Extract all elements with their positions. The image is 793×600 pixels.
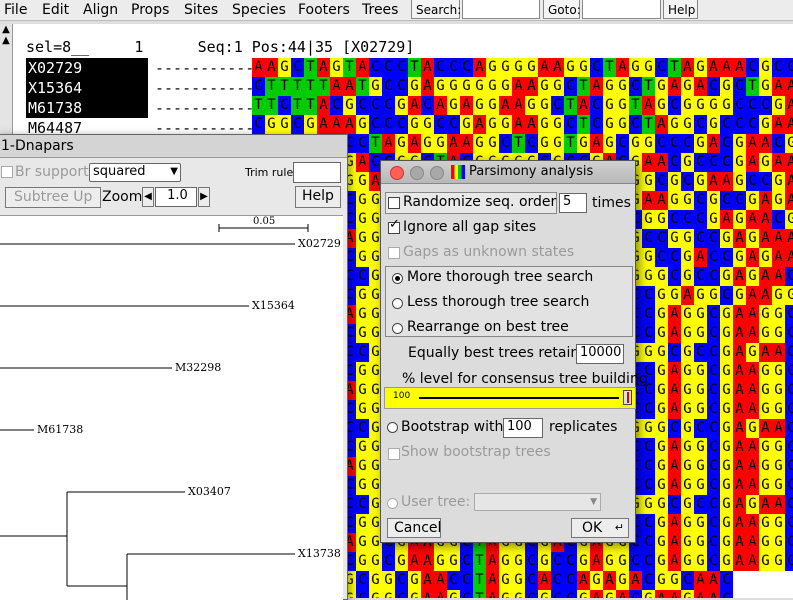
leaf-label[interactable]: X02729 [298, 237, 341, 250]
show-bootstrap-checkbox[interactable] [388, 448, 400, 460]
menu-species[interactable]: Species [232, 0, 286, 20]
alignment-row[interactable]: CGGCGAAAGCCCGGCCGAGGAAGGCTCGGCTAGGCGCCCG… [252, 115, 793, 134]
leaf-label[interactable]: X15364 [252, 299, 295, 312]
zoom-decrease-icon[interactable]: ◀ [142, 187, 154, 207]
times-label: times [592, 195, 631, 211]
help-button[interactable]: Help [663, 0, 698, 19]
alignment-row[interactable]: CTTTTTAATGCCGAGGGGGGAAGGCTAGGCTGAGACGCTG… [252, 77, 793, 96]
menu-sites[interactable]: Sites [184, 0, 218, 20]
trim-rule-input[interactable] [293, 162, 341, 183]
randomize-checkbox[interactable] [388, 197, 400, 209]
chevron-down-icon: ▼ [170, 166, 178, 177]
less-thorough-radio[interactable] [392, 298, 403, 309]
subtree-up-button[interactable]: Subtree Up [5, 187, 102, 208]
tree-canvas[interactable]: 0.05 X02729 X15364 M32298 M61738 X03407 … [0, 215, 343, 600]
menu-file[interactable]: File [4, 0, 27, 20]
more-thorough-radio[interactable] [392, 273, 403, 284]
gaps-unknown-checkbox[interactable] [388, 247, 400, 259]
user-tree-radio[interactable] [387, 498, 398, 509]
ignore-gaps-label: Ignore all gap sites [403, 219, 537, 235]
best-trees-label: Equally best trees retained [408, 345, 597, 361]
scroll-top-icon[interactable]: ▲ [0, 24, 12, 35]
show-bootstrap-label: Show bootstrap trees [401, 444, 551, 460]
menu-edit[interactable]: Edit [42, 0, 69, 20]
more-thorough-label: More thorough tree search [407, 269, 594, 285]
menu-footers[interactable]: Footers [298, 0, 350, 20]
leaf-label[interactable]: M32298 [175, 361, 221, 374]
search-input[interactable] [462, 0, 540, 19]
phylogenetic-tree [0, 224, 309, 600]
user-tree-select[interactable]: ▼ [474, 493, 601, 511]
ok-button-label: OK [582, 520, 603, 536]
parsimony-dialog: Parsimony analysis Randomize seq. order … [380, 160, 648, 543]
trim-rule-label: Trim rule: [245, 166, 297, 179]
scroll-up-icon[interactable]: ▲ [0, 35, 12, 46]
scale-bar-label: 0.05 [253, 216, 276, 227]
bootstrap-radio[interactable] [387, 422, 398, 433]
randomize-label: Randomize seq. order [403, 194, 557, 210]
tree-window-title: 1-Dnapars [0, 135, 347, 158]
best-trees-input[interactable]: 10000 [576, 344, 624, 364]
menu-trees[interactable]: Trees [362, 0, 398, 20]
replicates-label: replicates [549, 419, 618, 435]
menu-align[interactable]: Align [83, 0, 118, 20]
leaf-label[interactable]: M61738 [37, 423, 83, 436]
bootstrap-input[interactable]: 100 [503, 418, 543, 438]
sequence-name-m61738[interactable]: M61738 [26, 98, 148, 118]
leaf-label[interactable]: X13738 [298, 547, 341, 560]
vertical-scroll-toolbar[interactable]: ▲ ▲ [0, 24, 13, 138]
zoom-increase-icon[interactable]: ▶ [198, 187, 210, 207]
alignment-row[interactable]: AAGCTAGTACCCTACCCAGGGGAAGGCTAGGCTAGAAACG… [252, 58, 793, 77]
goto-input[interactable] [582, 0, 661, 19]
zoom-input[interactable]: 1.0 [155, 187, 197, 207]
return-key-icon: ↵ [614, 521, 624, 534]
minimize-icon[interactable] [410, 166, 424, 180]
rearrange-radio[interactable] [392, 323, 403, 334]
zoom-label: Zoom [102, 189, 143, 205]
slider-handle[interactable] [623, 390, 632, 405]
app-icon [451, 165, 465, 179]
dialog-title: Parsimony analysis [469, 164, 594, 179]
goto-button[interactable]: Goto: [543, 0, 581, 19]
br-support-checkbox[interactable] [1, 166, 13, 178]
sequence-name-x02729[interactable]: X02729 [26, 58, 148, 78]
scale-select-value: squared [93, 164, 146, 179]
rearrange-label: Rearrange on best tree [407, 319, 569, 335]
zoom-icon[interactable] [430, 166, 444, 180]
br-support-label: Br support [15, 164, 89, 180]
consensus-slider[interactable]: 100 [384, 387, 636, 409]
gaps-unknown-label: Gaps as unknown states [403, 244, 575, 260]
user-tree-label: User tree: [401, 494, 471, 510]
tree-window: 1-Dnapars Br support squared ▼ Trim rule… [0, 134, 348, 600]
cancel-button[interactable]: Cancel [387, 518, 441, 538]
bootstrap-label: Bootstrap with [401, 419, 504, 435]
slider-track [419, 397, 619, 399]
sequence-name-x15364[interactable]: X15364 [26, 78, 148, 98]
dialog-title-bar[interactable]: Parsimony analysis [381, 161, 635, 184]
leaf-label[interactable]: X03407 [188, 485, 231, 498]
menu-props[interactable]: Props [131, 0, 169, 20]
chevron-down-icon: ▼ [590, 497, 597, 507]
tree-help-button[interactable]: Help [295, 186, 341, 208]
alignment-row[interactable]: TTCTTACGCCCGACAGAGGAAGGCTACGGTAGCGGGGCCC… [252, 96, 793, 115]
menu-bar: File Edit Align Props Sites Species Foot… [0, 0, 793, 21]
close-icon[interactable] [390, 166, 404, 180]
checkmark-icon: ✓ [389, 217, 400, 232]
scale-select[interactable]: squared ▼ [89, 163, 181, 182]
consensus-slider-value: 100 [393, 391, 411, 401]
ok-button[interactable]: OK ↵ [571, 518, 629, 538]
search-button[interactable]: Search: [411, 0, 461, 19]
less-thorough-label: Less thorough tree search [407, 294, 590, 310]
randomize-times-input[interactable]: 5 [559, 193, 587, 213]
sequence-name-list[interactable]: X02729 X15364 M61738 M64487 [26, 58, 148, 138]
consensus-label: % level for consensus tree building [402, 371, 648, 387]
alignment-status-line: sel=8__ 1 Seq:1 Pos:44|35 [X02729] [26, 38, 415, 56]
